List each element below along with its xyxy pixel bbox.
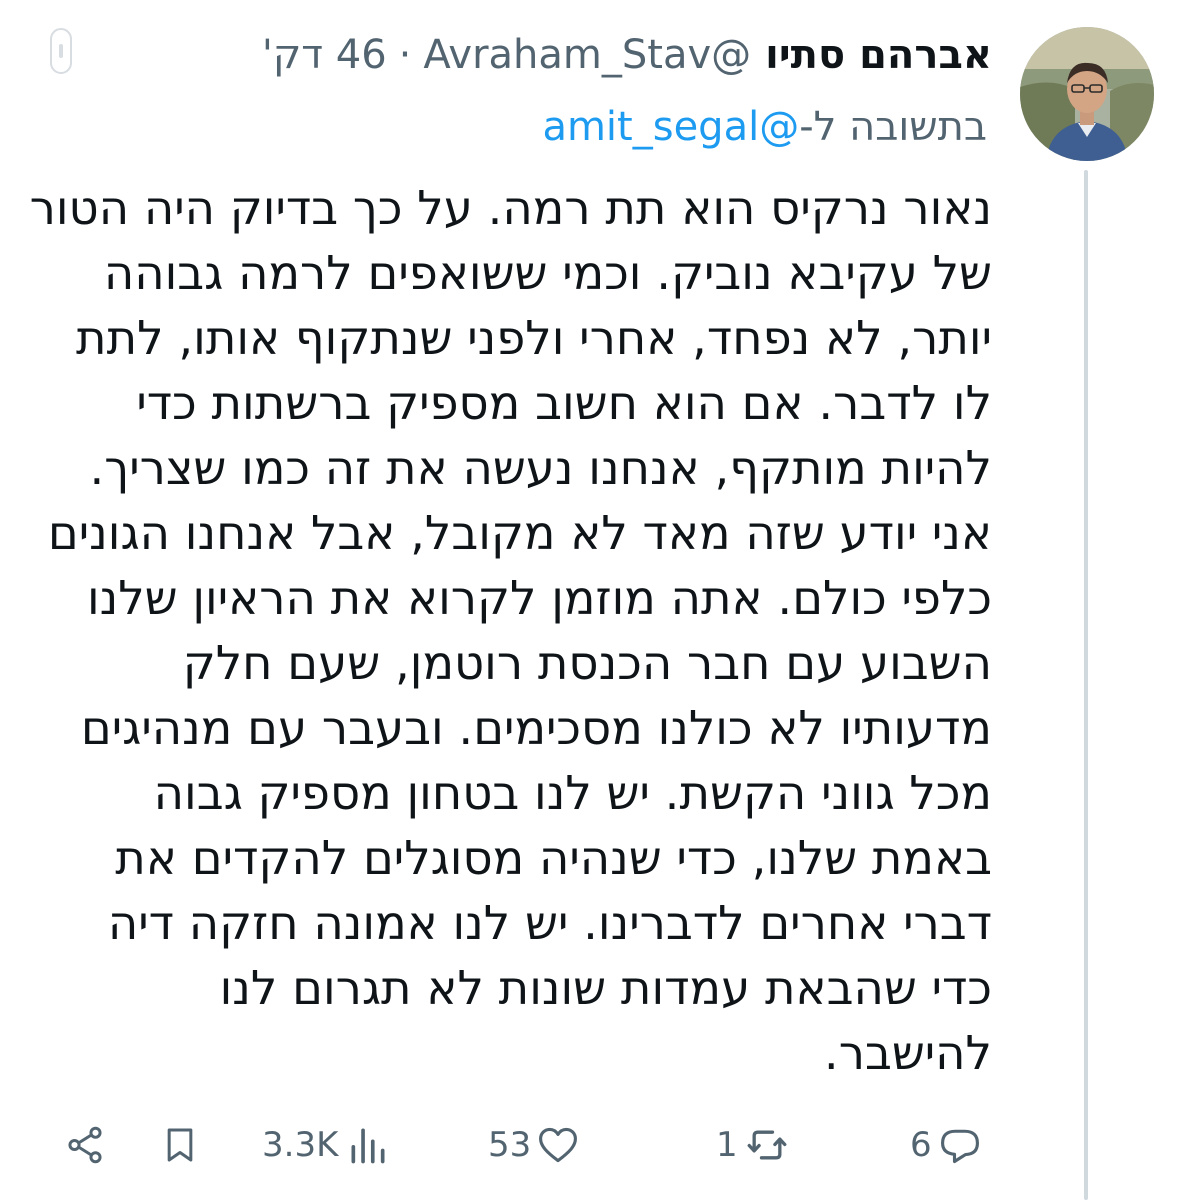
tweet-actions-bar: 3.3K 53 1 6: [0, 1110, 1192, 1180]
tweet-text-line: להיות מותקף, אנחנו נעשה את זה כמו שצריך.: [89, 441, 992, 495]
reply-mention-link[interactable]: @amit_segal: [542, 104, 799, 150]
tweet-text-line: באמת שלנו, כדי שנהיה מסוגלים להקדים את: [115, 831, 992, 885]
tweet-timestamp[interactable]: 46 דק': [262, 24, 387, 86]
tweet-text-line: יותר, לא נפחד, אחרי ולפני שנתקוף אותו, ל…: [76, 311, 992, 365]
speech-bubble-icon: [940, 1129, 979, 1164]
tweet: אברהם סתיו @Avraham_Stav · 46 דק' בתשובה…: [0, 0, 1192, 1200]
bookmark-icon: [167, 1128, 193, 1162]
retweet-button[interactable]: 1: [716, 1110, 792, 1180]
author-handle[interactable]: @Avraham_Stav: [423, 24, 751, 86]
scroll-indicator: [50, 28, 72, 74]
thread-line: [1084, 170, 1088, 1200]
tweet-text-line: כלפי כולם. אתה מוזמן לקרוא את הראיון שלנ…: [86, 571, 992, 625]
replies-count: 6: [910, 1125, 932, 1165]
like-button[interactable]: 53: [488, 1110, 581, 1180]
views-count: 3.3K: [262, 1125, 339, 1165]
tweet-header: אברהם סתיו @Avraham_Stav · 46 דק': [132, 24, 992, 86]
share-button[interactable]: [64, 1110, 106, 1180]
tweet-text-line: דברי אחרים לדברינו. יש לנו אמונה חזקה די…: [107, 896, 992, 950]
tweet-text-line: של עקיבא נוביק. וכמי ששואפים לרמה גבוהה: [103, 246, 992, 300]
views-button[interactable]: 3.3K: [262, 1110, 390, 1180]
avatar[interactable]: [1020, 27, 1154, 161]
tweet-text-line: לו לדבר. אם הוא חשוב מספיק ברשתות כדי: [136, 376, 992, 430]
tweet-text-line: כדי שהבאת עמדות שונות לא תגרום לנו: [219, 961, 992, 1015]
likes-count: 53: [488, 1125, 532, 1165]
tweet-text-line: אני יודע שזה מאד לא מקובל, אבל אנחנו הגו…: [47, 506, 992, 560]
avatar-photo: [1020, 27, 1154, 161]
heart-icon: [539, 1127, 578, 1163]
retweet-arrows-icon: [747, 1130, 787, 1160]
tweet-text-line: מדעותיו לא כולנו מסכימים. ובעבר עם מנהיג…: [80, 701, 992, 755]
reply-button[interactable]: 6: [910, 1110, 984, 1180]
retweets-count: 1: [716, 1125, 738, 1165]
reply-context: בתשובה ל-@amit_segal: [127, 96, 987, 158]
tweet-text-line: מכל גווני הקשת. יש לנו בטחון מספיק גבוה: [153, 766, 992, 820]
bar-chart-icon: [351, 1128, 385, 1164]
reply-prefix: בתשובה ל-: [799, 104, 987, 150]
meta-separator: ·: [398, 32, 412, 78]
bookmark-button[interactable]: [160, 1110, 200, 1180]
tweet-text-line: נאור נרקיס הוא תת רמה. על כך בדיוק היה ה…: [29, 181, 992, 235]
author-display-name[interactable]: אברהם סתיו: [765, 24, 992, 86]
tweet-text-line: השבוע עם חבר הכנסת רוטמן, שעם חלק: [182, 636, 992, 690]
tweet-text-line: להישבר.: [823, 1026, 992, 1080]
tweet-text: נאור נרקיס הוא תת רמה. על כך בדיוק היה ה…: [22, 176, 992, 1096]
share-icon: [68, 1126, 102, 1164]
